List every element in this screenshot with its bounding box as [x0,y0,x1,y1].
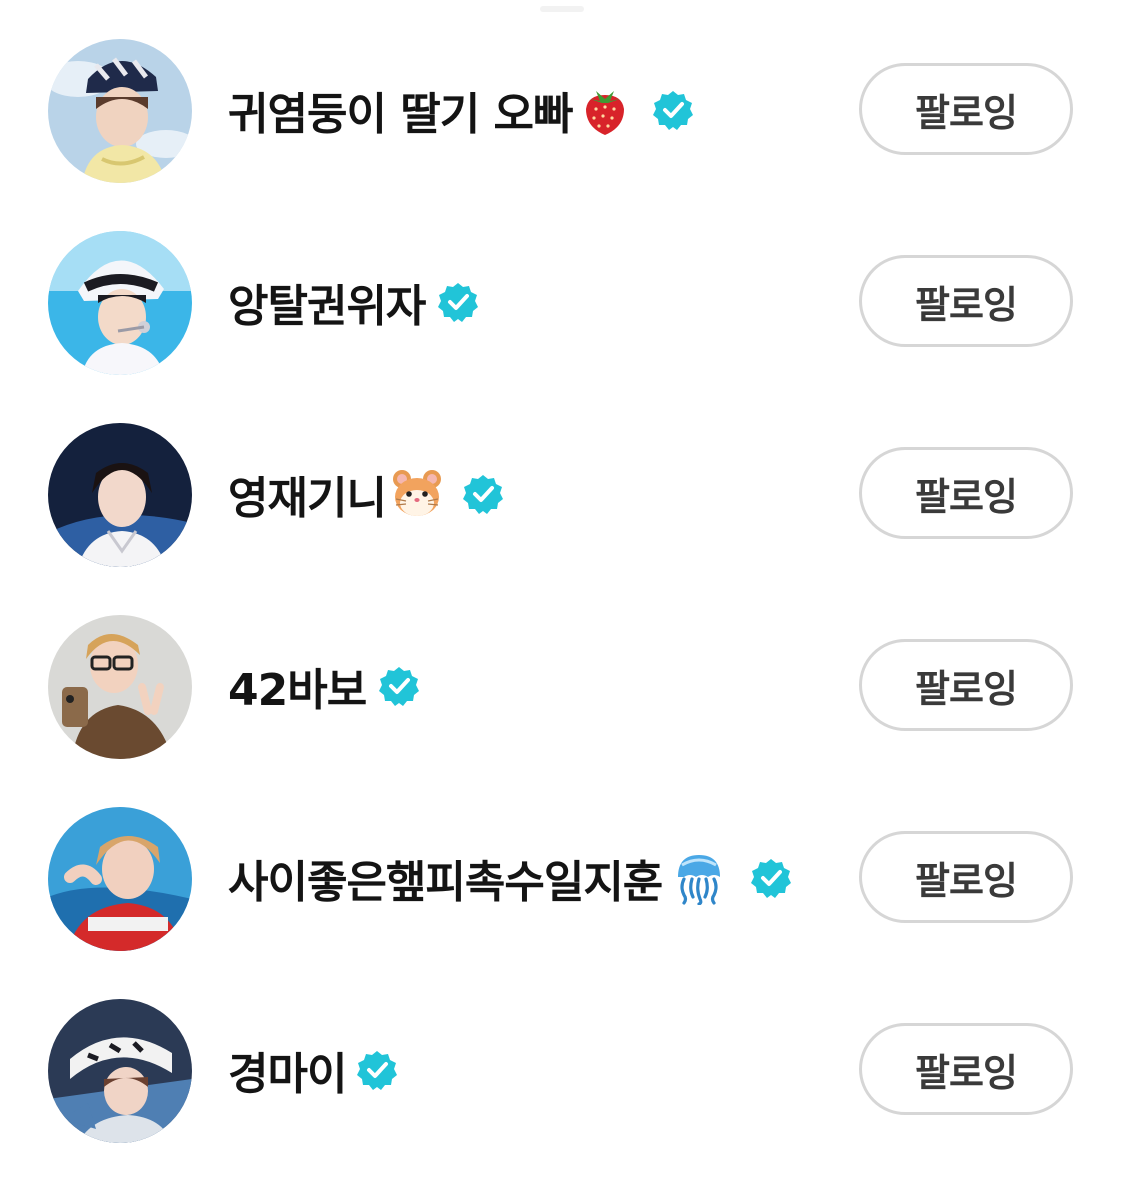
user-name[interactable]: 귀염둥이 딸기 오빠 [228,78,573,142]
following-button[interactable]: 팔로잉 [859,447,1073,539]
user-name[interactable]: 42바보 [228,654,367,718]
user-name[interactable]: 경마이 [228,1038,347,1102]
avatar[interactable] [48,615,192,759]
following-button[interactable]: 팔로잉 [859,255,1073,347]
avatar[interactable] [48,999,192,1143]
user-name[interactable]: 앙탈권위자 [228,270,426,334]
list-item[interactable]: 사이좋은햎피촉수일지훈 팔로잉 [0,782,1125,974]
list-item[interactable]: 귀염둥이 딸기 오빠 팔로잉 [0,14,1125,206]
list-item[interactable]: 영재기니 팔로잉 [0,398,1125,590]
following-button[interactable]: 팔로잉 [859,831,1073,923]
avatar[interactable] [48,807,192,951]
avatar[interactable] [48,423,192,567]
hamster-icon [392,470,441,516]
list-item[interactable]: 경마이 팔로잉 [0,974,1125,1166]
verified-badge-icon [379,667,420,706]
user-name-group[interactable]: 경마이 [228,1040,398,1100]
list-item[interactable]: 앙탈권위자 팔로잉 [0,206,1125,398]
following-button[interactable]: 팔로잉 [859,1023,1073,1115]
sheet-handle [540,6,584,12]
verified-badge-icon [357,1051,398,1090]
verified-badge-icon [462,475,503,514]
user-name[interactable]: 사이좋은햎피촉수일지훈 [228,846,663,910]
verified-badge-icon [653,91,694,130]
list-item[interactable]: 42바보 팔로잉 [0,590,1125,782]
user-name-group[interactable]: 귀염둥이 딸기 오빠 [228,80,694,140]
following-button[interactable]: 팔로잉 [859,63,1073,155]
avatar[interactable] [48,39,192,183]
user-name-group[interactable]: 영재기니 [228,464,504,524]
user-name-group[interactable]: 사이좋은햎피촉수일지훈 [228,848,792,908]
jellyfish-icon [678,855,721,905]
avatar[interactable] [48,231,192,375]
user-name-group[interactable]: 앙탈권위자 [228,272,479,332]
user-name[interactable]: 영재기니 [228,462,387,526]
verified-badge-icon [438,283,479,322]
user-name-group[interactable]: 42바보 [228,656,420,716]
following-button[interactable]: 팔로잉 [859,639,1073,731]
verified-badge-icon [751,859,792,898]
strawberry-icon [586,91,625,135]
